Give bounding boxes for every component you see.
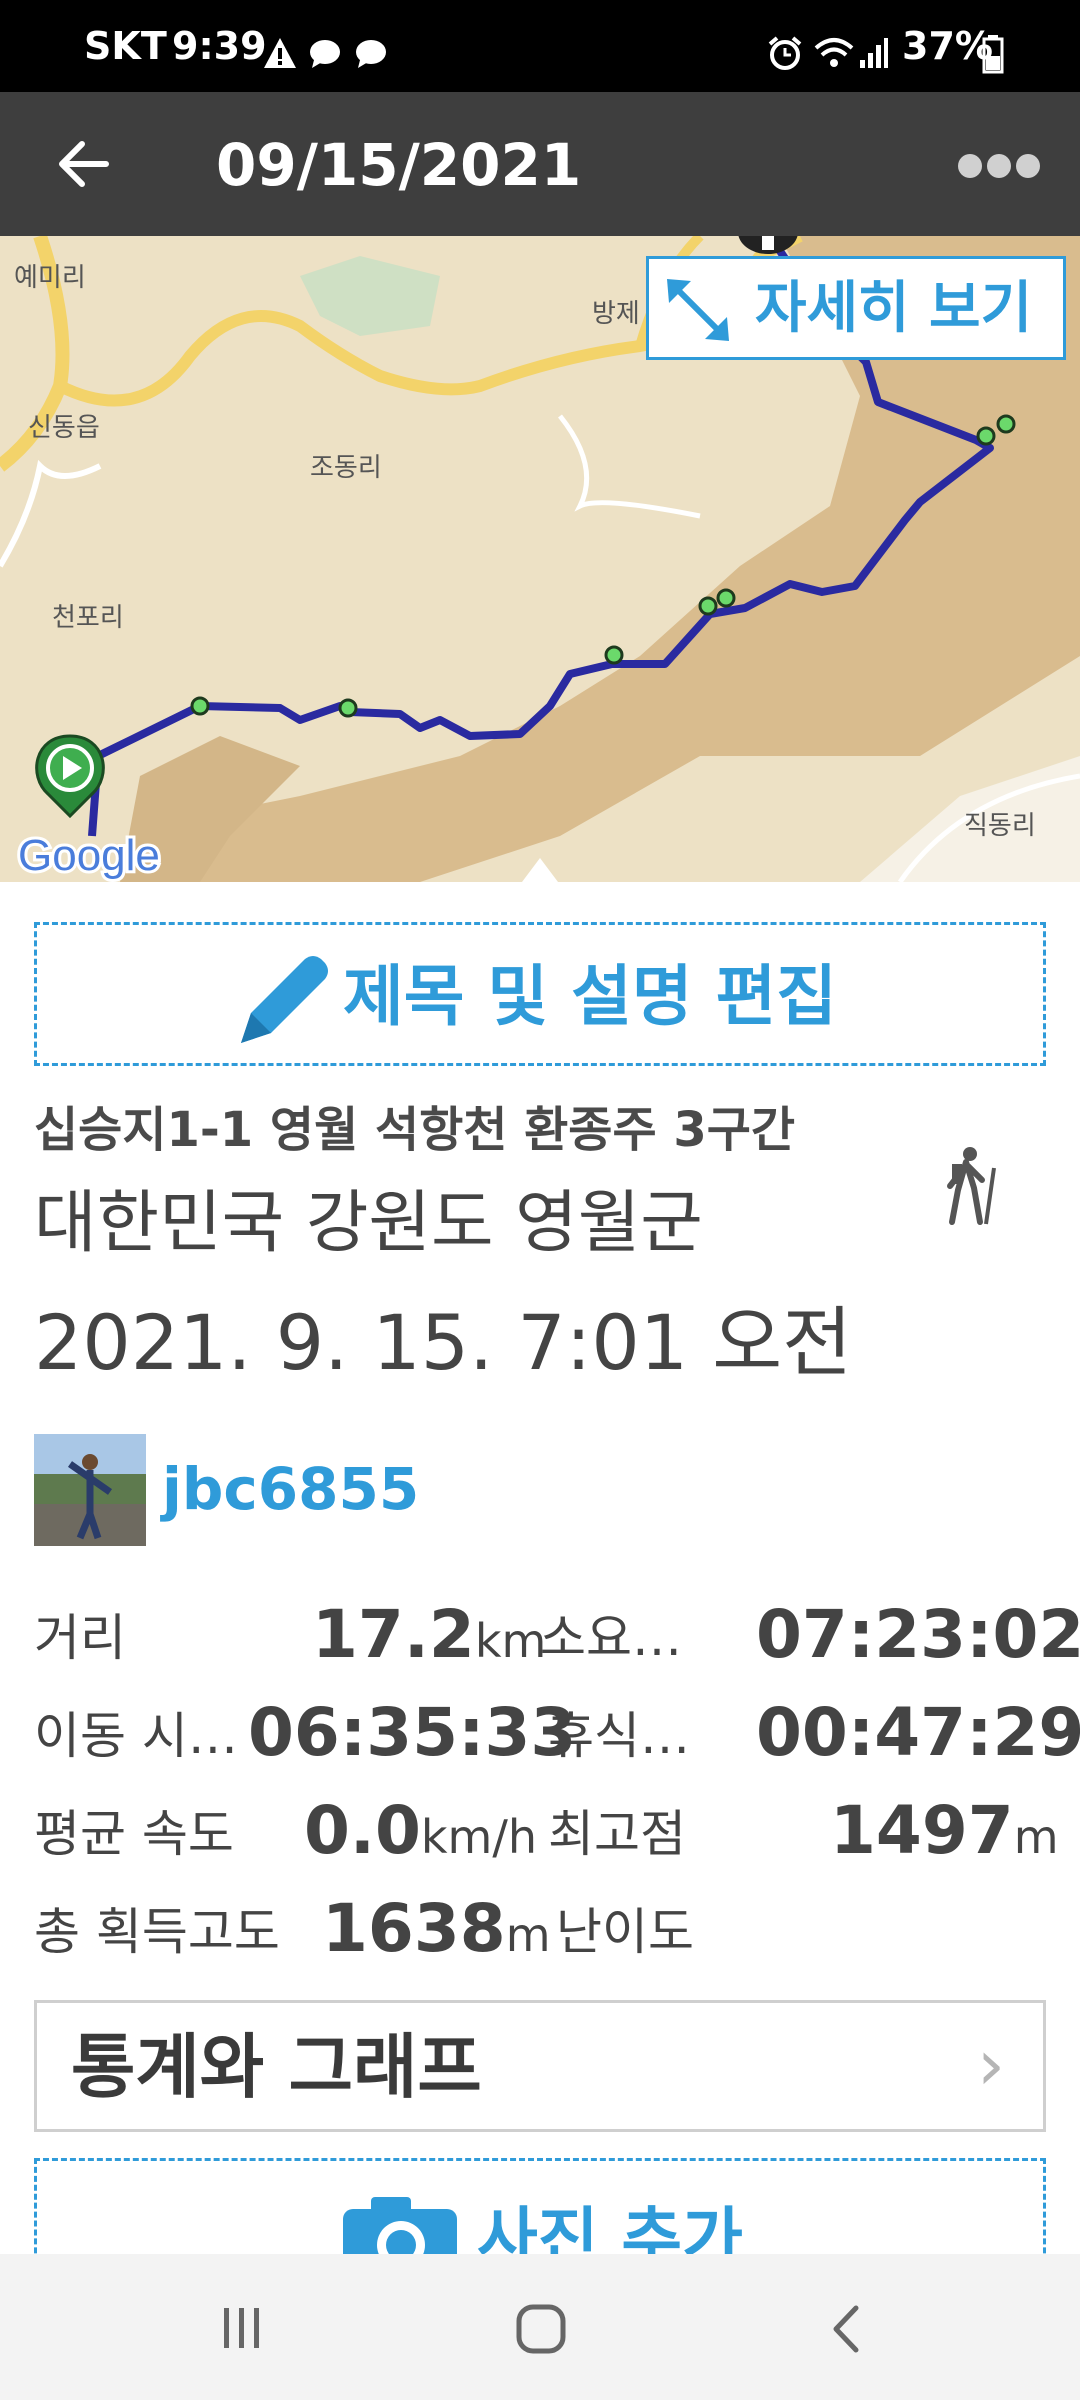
username-link[interactable]: jbc6855 bbox=[162, 1454, 419, 1524]
carrier-label: SKT bbox=[84, 24, 167, 68]
status-time: 9:39 bbox=[172, 24, 267, 68]
battery-percent: 37% bbox=[902, 24, 993, 68]
waypoint-marker[interactable] bbox=[338, 698, 358, 718]
expand-icon bbox=[667, 279, 729, 341]
max-altitude-label: 최고점 bbox=[548, 1805, 686, 1863]
moving-time-label: 이동 시… bbox=[34, 1707, 238, 1765]
map-label-cheonpo: 천포리 bbox=[52, 603, 124, 633]
total-time-value: 07:23:02 bbox=[756, 1596, 1080, 1673]
distance-unit: km bbox=[474, 1614, 547, 1668]
view-details-button[interactable]: 자세히 보기 bbox=[646, 256, 1066, 360]
status-bar: SKT 9:39 37% bbox=[0, 0, 1080, 92]
pencil-icon bbox=[241, 956, 328, 1043]
avg-speed-label: 평균 속도 bbox=[34, 1805, 234, 1863]
edit-title-label: 제목 및 설명 편집 bbox=[343, 958, 837, 1035]
svg-text:Google: Google bbox=[18, 831, 160, 880]
system-nav-bar bbox=[0, 2254, 1080, 2400]
rest-time-label: 휴식… bbox=[548, 1707, 690, 1765]
elevation-gain-unit: m bbox=[505, 1908, 551, 1962]
route-map[interactable]: 예미리 방제 신동읍 조동리 천포리 직동리 Google Google 자세히… bbox=[0, 236, 1080, 882]
page-title: 09/15/2021 bbox=[216, 131, 582, 199]
map-label-bangje: 방제 bbox=[592, 299, 640, 329]
track-datetime: 2021. 9. 15. 7:01 오전 bbox=[34, 1298, 853, 1387]
back-arrow-icon[interactable] bbox=[56, 136, 112, 192]
stats-graph-button[interactable]: 통계와 그래프 › bbox=[34, 2000, 1046, 2132]
waypoint-marker[interactable] bbox=[996, 414, 1016, 434]
chat-bubble-icon bbox=[310, 40, 340, 68]
waypoint-marker[interactable] bbox=[190, 696, 210, 716]
view-details-label: 자세히 보기 bbox=[755, 276, 1033, 341]
alarm-icon bbox=[768, 36, 802, 70]
distance-label: 거리 bbox=[34, 1609, 126, 1667]
signal-icon bbox=[860, 38, 888, 68]
avatar[interactable] bbox=[34, 1434, 146, 1546]
app-bar: 09/15/2021 bbox=[0, 92, 1080, 236]
elevation-gain-value: 1638m bbox=[322, 1890, 551, 1967]
waypoint-marker[interactable] bbox=[698, 596, 718, 616]
rest-time-value: 00:47:29 bbox=[756, 1694, 1080, 1771]
difficulty-label: 난이도 bbox=[556, 1903, 694, 1961]
hiker-icon bbox=[947, 1147, 996, 1225]
waypoint-marker[interactable] bbox=[976, 426, 996, 446]
map-label-yemiri: 예미리 bbox=[14, 263, 86, 293]
battery-icon bbox=[982, 35, 1004, 74]
elevation-gain-label: 총 획득고도 bbox=[34, 1903, 280, 1961]
avg-speed-value: 0.0km/h bbox=[304, 1792, 538, 1869]
total-time-label: 소요… bbox=[540, 1609, 682, 1667]
map-label-sindong: 신동읍 bbox=[28, 413, 100, 443]
warning-icon bbox=[264, 38, 296, 68]
distance-value: 17.2km bbox=[312, 1596, 547, 1673]
map-label-jodong: 조동리 bbox=[310, 453, 382, 483]
wifi-icon bbox=[814, 38, 854, 67]
more-dots-icon[interactable] bbox=[956, 152, 1042, 180]
map-notch bbox=[522, 858, 558, 882]
nav-back-icon[interactable] bbox=[826, 2304, 866, 2354]
edit-title-button[interactable]: 제목 및 설명 편집 bbox=[34, 922, 1046, 1066]
chevron-right-icon: › bbox=[977, 2024, 1005, 2106]
waypoint-marker[interactable] bbox=[716, 588, 736, 608]
moving-time-value: 06:35:33 bbox=[248, 1694, 577, 1771]
home-icon[interactable] bbox=[514, 2302, 568, 2356]
track-name: 십승지1-1 영월 석항천 환종주 3구간 bbox=[34, 1102, 796, 1158]
max-altitude-unit: m bbox=[1013, 1810, 1059, 1864]
stats-graph-label: 통계와 그래프 bbox=[71, 2026, 482, 2108]
max-altitude-value: 1497m bbox=[830, 1792, 1059, 1869]
map-label-jikdong: 직동리 bbox=[964, 811, 1036, 841]
google-logo: Google Google bbox=[15, 828, 163, 882]
chat-bubble-icon bbox=[356, 40, 386, 68]
waypoint-marker[interactable] bbox=[604, 645, 624, 665]
avg-speed-unit: km/h bbox=[420, 1810, 538, 1864]
track-location: 대한민국 강원도 영월군 bbox=[34, 1184, 703, 1263]
recent-apps-icon[interactable] bbox=[218, 2304, 266, 2352]
